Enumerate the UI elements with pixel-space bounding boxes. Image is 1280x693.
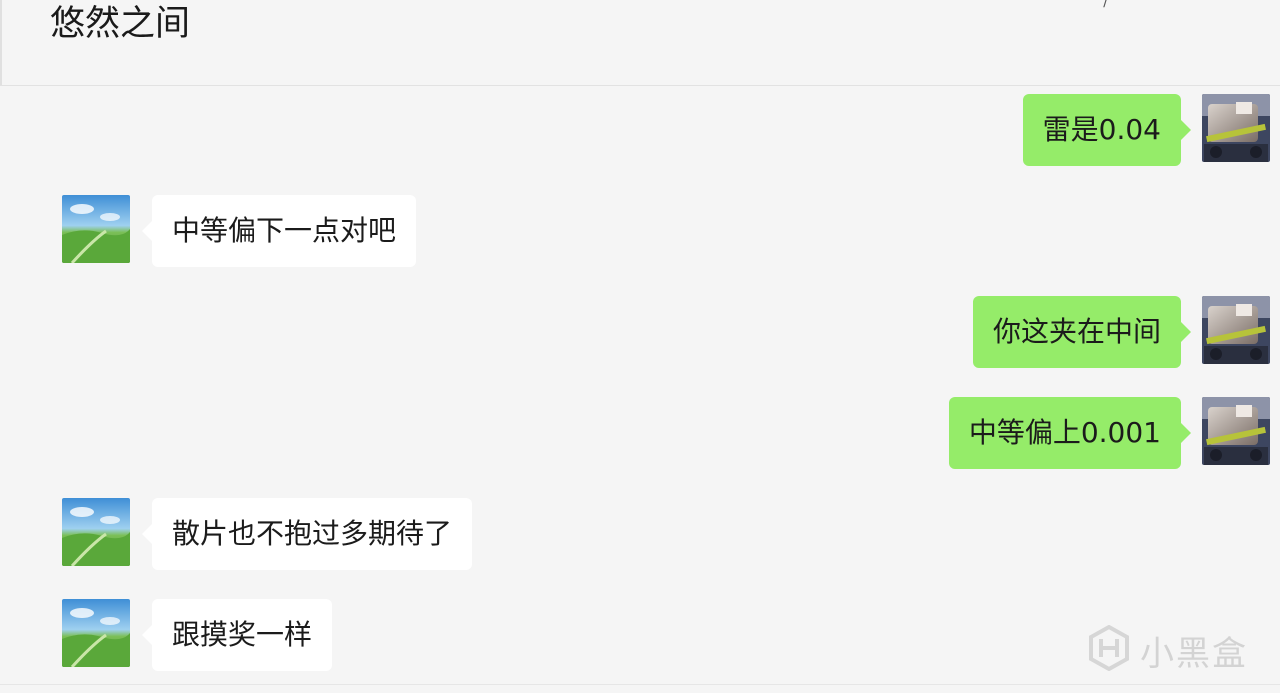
outgoing-message-bubble[interactable]: 你这夹在中间	[972, 296, 1181, 368]
outgoing-message-bubble[interactable]: 雷是0.04	[1022, 94, 1181, 166]
self-avatar[interactable]	[1202, 397, 1270, 465]
watermark: 小黑盒	[1088, 622, 1248, 678]
incoming-message-bubble[interactable]: 散片也不抱过多期待了	[152, 498, 473, 570]
message-row: 散片也不抱过多期待了	[0, 498, 1280, 570]
watermark-text: 小黑盒	[1140, 633, 1248, 674]
self-avatar[interactable]	[1202, 94, 1270, 162]
chat-title: 悠然之间	[50, 4, 191, 44]
outgoing-message-bubble[interactable]: 中等偏上0.001	[948, 397, 1181, 469]
message-row: 雷是0.04	[0, 94, 1280, 166]
bubble-tail	[142, 625, 152, 645]
message-row: 中等偏上0.001	[0, 397, 1280, 469]
incoming-message-bubble[interactable]: 中等偏下一点对吧	[152, 195, 417, 267]
incoming-message-bubble[interactable]: 跟摸奖一样	[152, 599, 333, 671]
message-row: 中等偏下一点对吧	[0, 195, 1280, 267]
contact-avatar[interactable]	[62, 195, 130, 263]
contact-avatar[interactable]	[62, 599, 130, 667]
bubble-tail	[1181, 322, 1191, 342]
bubble-tail	[1181, 423, 1191, 443]
bottom-divider	[0, 684, 1280, 685]
contact-avatar[interactable]	[62, 498, 130, 566]
header-edge	[0, 0, 2, 85]
message-row: 你这夹在中间	[0, 296, 1280, 368]
bubble-tail	[142, 221, 152, 241]
bubble-tail	[142, 524, 152, 544]
bubble-tail	[1181, 120, 1191, 140]
chat-header: 悠然之间 /	[0, 0, 1280, 86]
heybox-logo-icon	[1088, 624, 1130, 675]
top-partial-glyph: /	[1103, 0, 1108, 10]
self-avatar[interactable]	[1202, 296, 1270, 364]
